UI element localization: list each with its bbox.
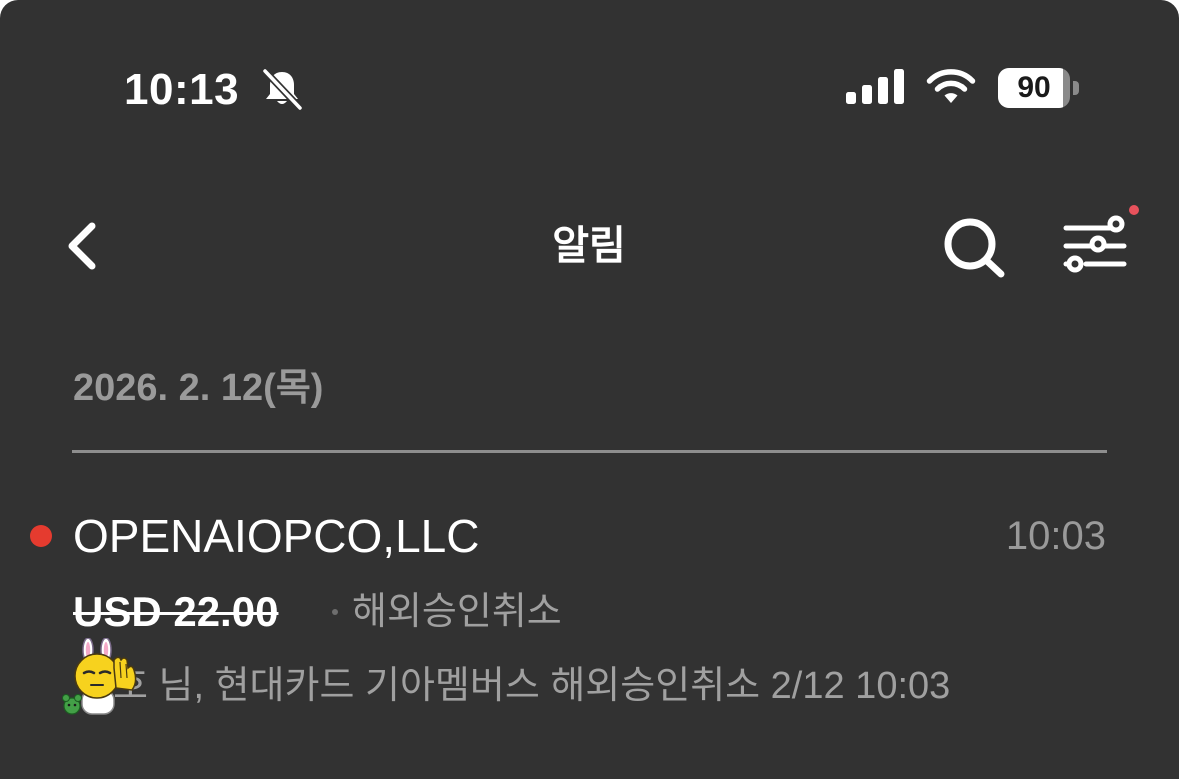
battery-percent: 90 bbox=[1017, 71, 1051, 104]
back-chevron-icon bbox=[68, 222, 96, 270]
battery-icon: 90 bbox=[998, 68, 1082, 108]
notifications-screen: 10:13 90 알림 2026. 2. 12(목) OPENAIOPCO,LL… bbox=[0, 0, 1179, 779]
divider bbox=[72, 450, 1107, 453]
notification-item[interactable]: OPENAIOPCO,LLC 10:03 USD 22.00 해외승인취소 호 … bbox=[0, 490, 1179, 730]
transaction-type: 해외승인취소 bbox=[352, 591, 562, 633]
filter-badge bbox=[1129, 205, 1139, 215]
cellular-signal-icon bbox=[846, 69, 904, 104]
date-header: 2026. 2. 12(목) bbox=[73, 367, 324, 409]
bell-off-icon bbox=[261, 68, 304, 110]
filter-sliders-icon bbox=[1063, 215, 1127, 273]
merchant-name: OPENAIOPCO,LLC bbox=[73, 510, 480, 562]
status-time: 10:13 bbox=[124, 65, 240, 114]
wifi-icon bbox=[926, 69, 976, 103]
back-button[interactable] bbox=[58, 218, 108, 274]
unread-indicator bbox=[30, 525, 52, 547]
filter-button[interactable] bbox=[1058, 200, 1144, 282]
page-title: 알림 bbox=[552, 224, 626, 268]
bunny-character-icon bbox=[62, 638, 137, 715]
search-icon bbox=[944, 218, 1005, 278]
notification-time: 10:03 bbox=[1005, 514, 1106, 558]
notification-message: 호 님, 현대카드 기아멤버스 해외승인취소 2/12 10:03 bbox=[113, 665, 951, 707]
search-button[interactable] bbox=[940, 214, 1010, 280]
battery-body: 90 bbox=[998, 68, 1070, 108]
transaction-amount: USD 22.00 bbox=[73, 588, 279, 635]
battery-nub bbox=[1073, 81, 1079, 95]
separator-dot bbox=[332, 609, 338, 615]
